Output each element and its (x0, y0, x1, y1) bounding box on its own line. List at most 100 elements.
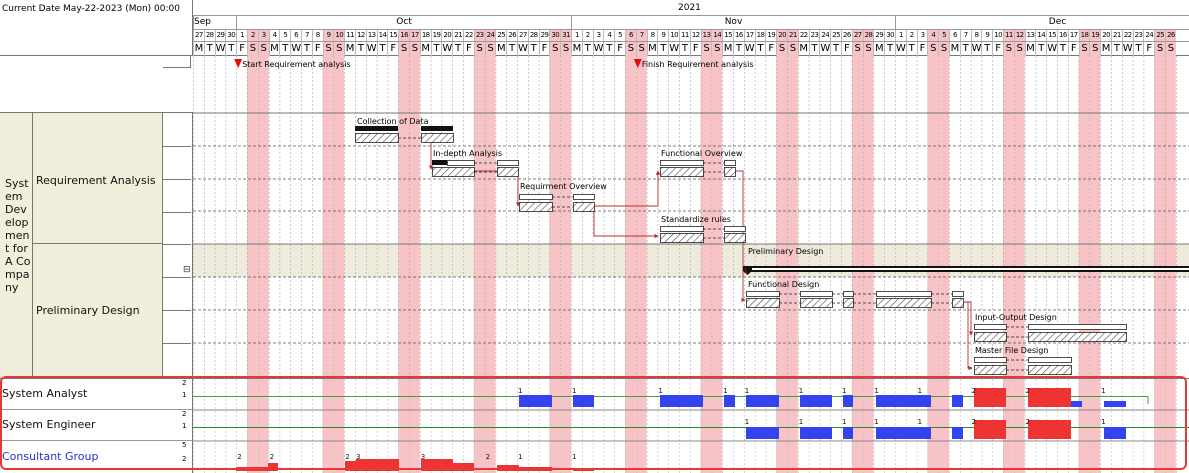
task-bar[interactable] (843, 298, 854, 308)
month-cell: Nov (571, 16, 895, 29)
task-bar[interactable] (724, 233, 746, 243)
group-requirement-analysis[interactable]: Requirement Analysis (33, 113, 163, 244)
load-bar (746, 427, 779, 439)
task-bar[interactable] (660, 233, 704, 243)
day-cell: 22 (463, 30, 474, 41)
gantt-chart: Start Requirement analysis Finish Require… (193, 56, 1189, 378)
task-bar[interactable] (355, 133, 399, 143)
progress-bar (432, 160, 447, 165)
task-bar-group[interactable] (660, 160, 736, 177)
weekday-cell: T (225, 42, 236, 56)
task-bar[interactable] (876, 298, 932, 308)
day-cell: 29 (538, 30, 550, 41)
day-cell: 28 (862, 30, 874, 41)
weekend-column (1154, 379, 1165, 473)
task-bar[interactable] (573, 202, 595, 212)
weekday-cell: S (625, 42, 636, 56)
day-cell: 12 (355, 30, 366, 41)
load-value-label: 1 (842, 387, 846, 395)
row-handle[interactable] (163, 56, 191, 68)
load-value-label: 1 (745, 418, 749, 426)
month-label: Nov (724, 17, 743, 27)
task-bar[interactable] (800, 298, 833, 308)
day-cell: 11 (344, 30, 355, 41)
task-bar[interactable] (974, 365, 1007, 375)
task-bar[interactable] (746, 298, 780, 308)
task-bar[interactable] (519, 202, 553, 212)
weekday-cell: M (797, 42, 809, 56)
load-value-label: 1 (799, 387, 803, 395)
task-bar-group[interactable] (660, 226, 746, 243)
task-bar[interactable] (974, 332, 1007, 342)
root-node[interactable]: System Development for A Company (0, 113, 33, 378)
task-bar[interactable] (724, 167, 736, 177)
weekday-row: MTWTFSSMTWTFSSMTWTFSSMTWTFSSMTWTFSSMTWTF… (193, 42, 1189, 56)
day-cell: 14 (1035, 30, 1046, 41)
day-cell: 6 (290, 30, 301, 41)
day-cell: 26 (1165, 30, 1176, 41)
weekday-cell: W (895, 42, 906, 56)
milestone[interactable]: Finish Requirement analysis (633, 59, 754, 69)
load-bar (573, 395, 594, 407)
weekend-column (473, 379, 485, 473)
milestone[interactable]: Start Requirement analysis (234, 59, 351, 69)
load-value-label: 1 (745, 387, 749, 395)
weekday-cell: S (473, 42, 485, 56)
baseline-bar (497, 160, 519, 166)
group-preliminary-design[interactable]: Preliminary Design (33, 244, 163, 378)
month-cell: Sep (193, 16, 236, 29)
day-cell: 12 (689, 30, 701, 41)
day-row: 27 28 29 30 1 2 3 4 5 6 7 8 9 10 11 12 13 14 15 16 17 18 19 20 2… (193, 30, 1189, 42)
weekday-cell: T (1111, 42, 1122, 56)
day-cell: 21 (787, 30, 798, 41)
load-bar (952, 427, 963, 439)
task-bar[interactable] (421, 133, 454, 143)
day-cell: 21 (452, 30, 463, 41)
task-bar[interactable] (660, 167, 704, 177)
day-cell: 8 (970, 30, 982, 41)
weekday-cell: T (1035, 42, 1046, 56)
weekend-column (409, 379, 420, 473)
task-label: Requirment Overview (520, 182, 607, 191)
weekend-column (700, 379, 712, 473)
weekday-cell: T (1057, 42, 1068, 56)
day-cell: 22 (797, 30, 809, 41)
weekend-column (938, 379, 949, 473)
weekday-cell: F (1143, 42, 1154, 56)
weekday-cell: S (700, 42, 712, 56)
load-value-label: 2 (237, 453, 241, 461)
tree-cell-divider (163, 146, 191, 147)
baseline-bar (660, 226, 704, 232)
collapse-icon[interactable]: ⊟ (183, 266, 191, 275)
day-cell: 14 (711, 30, 723, 41)
tree-cell-divider (163, 244, 191, 245)
load-value-label: 1 (518, 387, 522, 395)
task-bar[interactable] (952, 298, 964, 308)
weekday-cell: T (1132, 42, 1144, 56)
task-bar[interactable] (432, 167, 475, 177)
task-bar[interactable] (1028, 332, 1127, 342)
weekend-column (1078, 379, 1090, 473)
task-bar[interactable] (497, 167, 519, 177)
load-bar (843, 427, 853, 439)
resource-row-system-engineer[interactable]: System Engineer 2 1 (0, 410, 193, 441)
load-bar (746, 395, 779, 407)
weekday-cell: T (754, 42, 766, 56)
weekday-cell: T (905, 42, 917, 56)
weekend-column (862, 379, 874, 473)
resource-row-consultant-group[interactable]: Consultant Group 5 2 (0, 441, 193, 473)
weekend-column (635, 379, 647, 473)
weekend-column (851, 379, 863, 473)
weekday-cell: F (236, 42, 247, 56)
task-bar-group[interactable] (974, 324, 1127, 342)
day-cell: 30 (884, 30, 895, 41)
weekday-cell: S (398, 42, 409, 56)
day-cell: 13 (700, 30, 712, 41)
day-cell: 6 (625, 30, 636, 41)
resource-row-system-analyst[interactable]: System Analyst 2 1 (0, 379, 193, 410)
day-cell: 26 (841, 30, 852, 41)
task-bar[interactable] (1028, 365, 1072, 375)
weekday-cell: W (819, 42, 831, 56)
day-cell: 25 (830, 30, 841, 41)
weekday-cell: S (635, 42, 647, 56)
